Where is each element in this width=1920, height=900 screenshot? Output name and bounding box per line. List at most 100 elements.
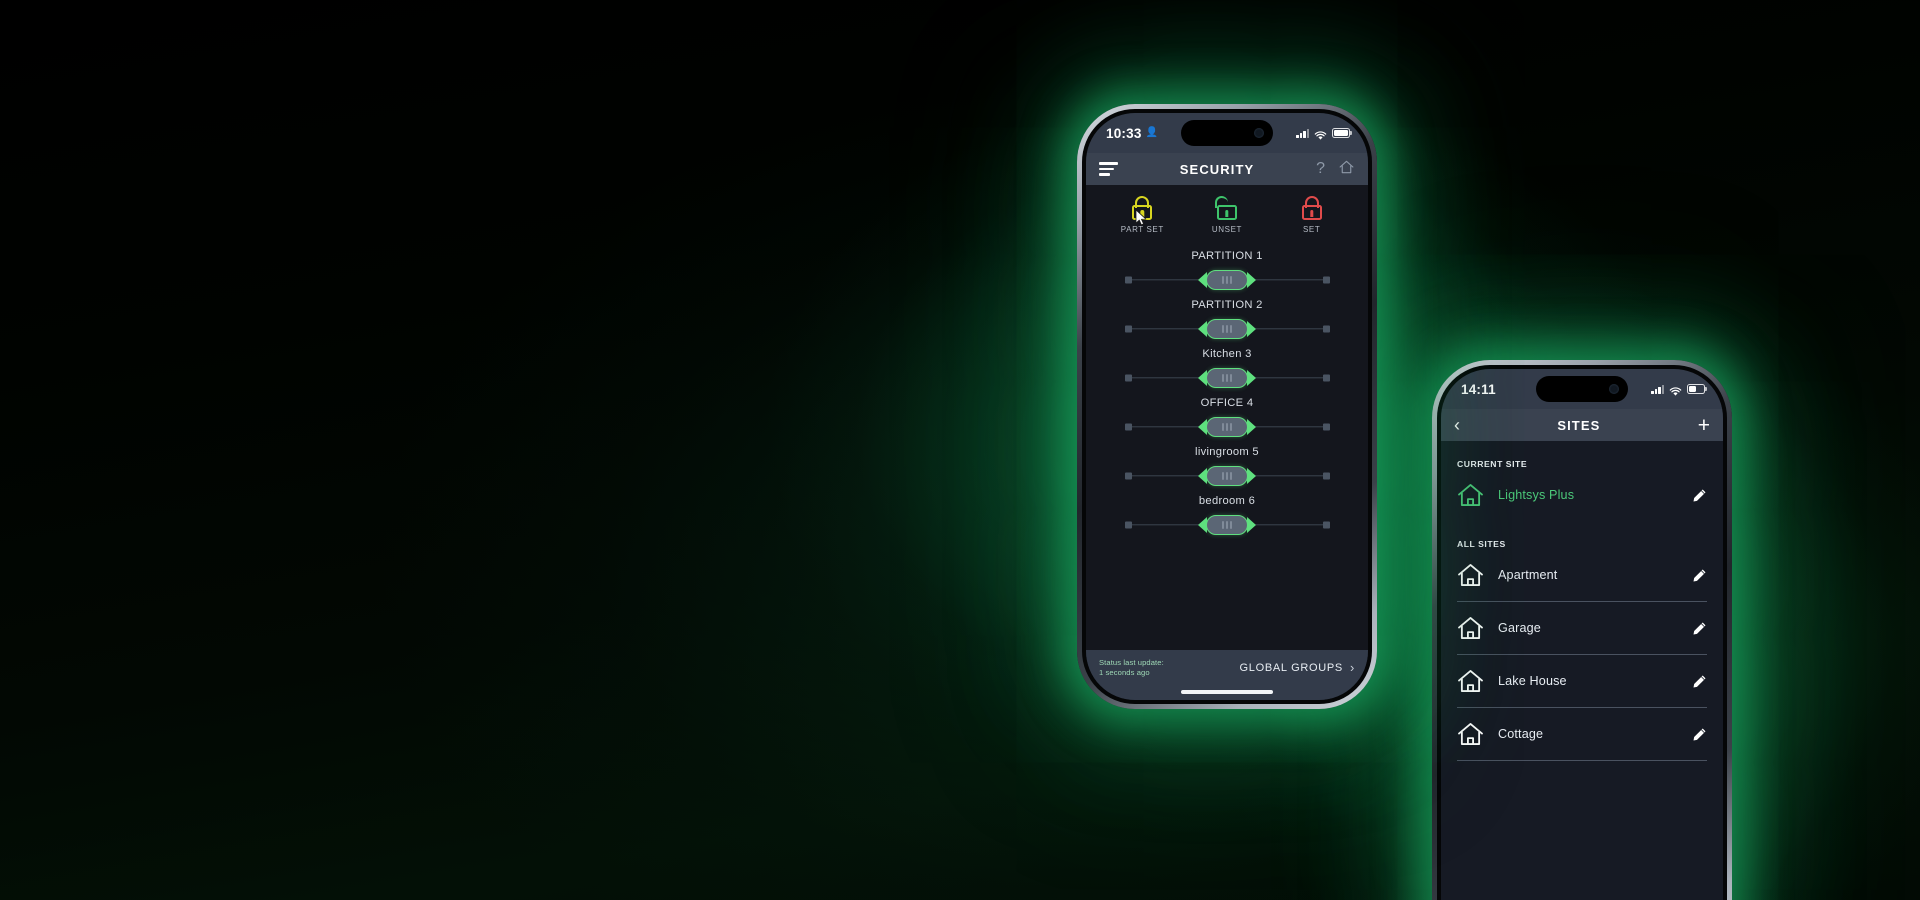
- slider-handle[interactable]: [1206, 270, 1248, 290]
- padlock-locked-icon: [1131, 196, 1153, 220]
- site-name: Apartment: [1498, 568, 1558, 582]
- page-title: SITES: [1557, 417, 1601, 433]
- plus-icon[interactable]: +: [1698, 415, 1710, 436]
- site-name: Cottage: [1498, 727, 1544, 741]
- site-row[interactable]: Apartment: [1441, 549, 1723, 601]
- partition-list: PARTITION 1 PARTITION 2 Kitchen 3 OFFICE…: [1086, 238, 1368, 650]
- pencil-icon[interactable]: [1692, 674, 1707, 689]
- pencil-icon[interactable]: [1692, 568, 1707, 583]
- sites-phone-device: 14:11 ‹ SITES + CURRENT SITE Lightsys Pl…: [1432, 360, 1732, 900]
- slider-handle[interactable]: [1206, 417, 1248, 437]
- header-actions: ?: [1316, 159, 1355, 180]
- person-icon: 👤: [1145, 127, 1159, 138]
- security-phone-bezel: 10:33 👤 SECURITY ? PART SET UNSET SET PA…: [1082, 109, 1372, 704]
- slider-handle[interactable]: [1206, 466, 1248, 486]
- security-phone-screen: 10:33 👤 SECURITY ? PART SET UNSET SET PA…: [1086, 113, 1368, 700]
- hamburger-menu-icon[interactable]: [1099, 162, 1118, 176]
- slider-cap-left: [1124, 472, 1132, 480]
- mode-label-part-set: PART SET: [1120, 225, 1164, 234]
- site-row[interactable]: Garage: [1441, 602, 1723, 654]
- mode-button-unset[interactable]: UNSET: [1190, 196, 1264, 234]
- arrow-right-icon: [1247, 419, 1256, 435]
- current-site-section-label: CURRENT SITE: [1457, 459, 1528, 469]
- slider-knob-group[interactable]: [1198, 515, 1256, 535]
- status-update-text: Status last update: 1 seconds ago: [1099, 658, 1164, 679]
- pencil-icon[interactable]: [1692, 727, 1707, 742]
- global-groups-button[interactable]: GLOBAL GROUPS ›: [1240, 661, 1355, 674]
- site-row[interactable]: Cottage: [1441, 708, 1723, 760]
- home-outline-icon: [1457, 616, 1484, 640]
- partition-slider[interactable]: [1124, 416, 1330, 438]
- cellular-signal-icon: [1296, 128, 1309, 138]
- page-title: SECURITY: [1179, 161, 1255, 177]
- list-divider: [1457, 760, 1707, 761]
- slider-cap-left: [1124, 521, 1132, 529]
- slider-handle[interactable]: [1206, 319, 1248, 339]
- partition-slider[interactable]: [1124, 269, 1330, 291]
- security-content: PART SET UNSET SET PARTITION 1 PARTITION…: [1086, 185, 1368, 700]
- partition-slider[interactable]: [1124, 465, 1330, 487]
- arrow-right-icon: [1247, 272, 1256, 288]
- slider-cap-right: [1322, 521, 1330, 529]
- partition-slider[interactable]: [1124, 318, 1330, 340]
- sites-app-header: ‹ SITES +: [1441, 409, 1723, 441]
- partition-slider[interactable]: [1124, 514, 1330, 536]
- arrow-right-icon: [1247, 370, 1256, 386]
- pencil-icon[interactable]: [1692, 488, 1707, 503]
- front-camera-icon: [1609, 384, 1619, 394]
- home-outline-icon: [1457, 722, 1484, 746]
- partition-name: bedroom 6: [1198, 495, 1256, 507]
- home-indicator: [1086, 684, 1368, 700]
- front-camera-icon: [1254, 128, 1264, 138]
- slider-cap-right: [1322, 276, 1330, 284]
- slider-knob-group[interactable]: [1198, 270, 1256, 290]
- mode-button-part-set[interactable]: PART SET: [1105, 196, 1179, 234]
- chevron-left-icon[interactable]: ‹: [1454, 416, 1460, 434]
- status-bar-time-group: 10:33 👤: [1106, 126, 1158, 141]
- slider-cap-right: [1322, 374, 1330, 382]
- battery-half-icon: [1687, 384, 1705, 394]
- slider-cap-left: [1124, 374, 1132, 382]
- wifi-icon: [1314, 128, 1327, 140]
- home-outline-icon: [1457, 563, 1484, 587]
- slider-knob-group[interactable]: [1198, 368, 1256, 388]
- site-row[interactable]: Lake House: [1441, 655, 1723, 707]
- arrow-right-icon: [1247, 321, 1256, 337]
- status-update-label: Status last update:: [1099, 657, 1164, 667]
- site-row-current[interactable]: Lightsys Plus: [1441, 469, 1723, 521]
- slider-knob-group[interactable]: [1198, 466, 1256, 486]
- slider-knob-group[interactable]: [1198, 417, 1256, 437]
- dynamic-island: [1536, 376, 1628, 402]
- home-outline-icon: [1457, 483, 1484, 507]
- help-icon[interactable]: ?: [1316, 161, 1325, 177]
- slider-cap-right: [1322, 423, 1330, 431]
- slider-handle[interactable]: [1206, 368, 1248, 388]
- slider-handle[interactable]: [1206, 515, 1248, 535]
- slider-cap-left: [1124, 423, 1132, 431]
- mode-label-unset: UNSET: [1211, 225, 1243, 234]
- partition-name: OFFICE 4: [1200, 397, 1254, 409]
- slider-cap-right: [1322, 325, 1330, 333]
- partition-slider[interactable]: [1124, 367, 1330, 389]
- partition-row: Kitchen 3: [1086, 342, 1368, 391]
- slider-cap-left: [1124, 325, 1132, 333]
- partition-name: Kitchen 3: [1202, 348, 1252, 360]
- scene-background: 10:33 👤 SECURITY ? PART SET UNSET SET PA…: [0, 0, 1920, 900]
- sites-status-bar: 14:11: [1441, 369, 1723, 409]
- partition-row: PARTITION 1: [1086, 244, 1368, 293]
- home-icon[interactable]: [1338, 159, 1355, 180]
- sites-phone-screen: 14:11 ‹ SITES + CURRENT SITE Lightsys Pl…: [1441, 369, 1723, 900]
- slider-knob-group[interactable]: [1198, 319, 1256, 339]
- slider-cap-right: [1322, 472, 1330, 480]
- status-bar-time: 10:33: [1106, 125, 1142, 141]
- set-mode-buttons: PART SET UNSET SET: [1086, 185, 1368, 238]
- site-name: Lightsys Plus: [1498, 488, 1575, 502]
- mode-button-set[interactable]: SET: [1275, 196, 1349, 234]
- slider-cap-left: [1124, 276, 1132, 284]
- mode-label-set: SET: [1302, 225, 1321, 234]
- partition-row: bedroom 6: [1086, 489, 1368, 538]
- site-name: Lake House: [1498, 674, 1567, 688]
- wifi-icon: [1669, 384, 1682, 396]
- security-app-header: SECURITY ?: [1086, 153, 1368, 185]
- pencil-icon[interactable]: [1692, 621, 1707, 636]
